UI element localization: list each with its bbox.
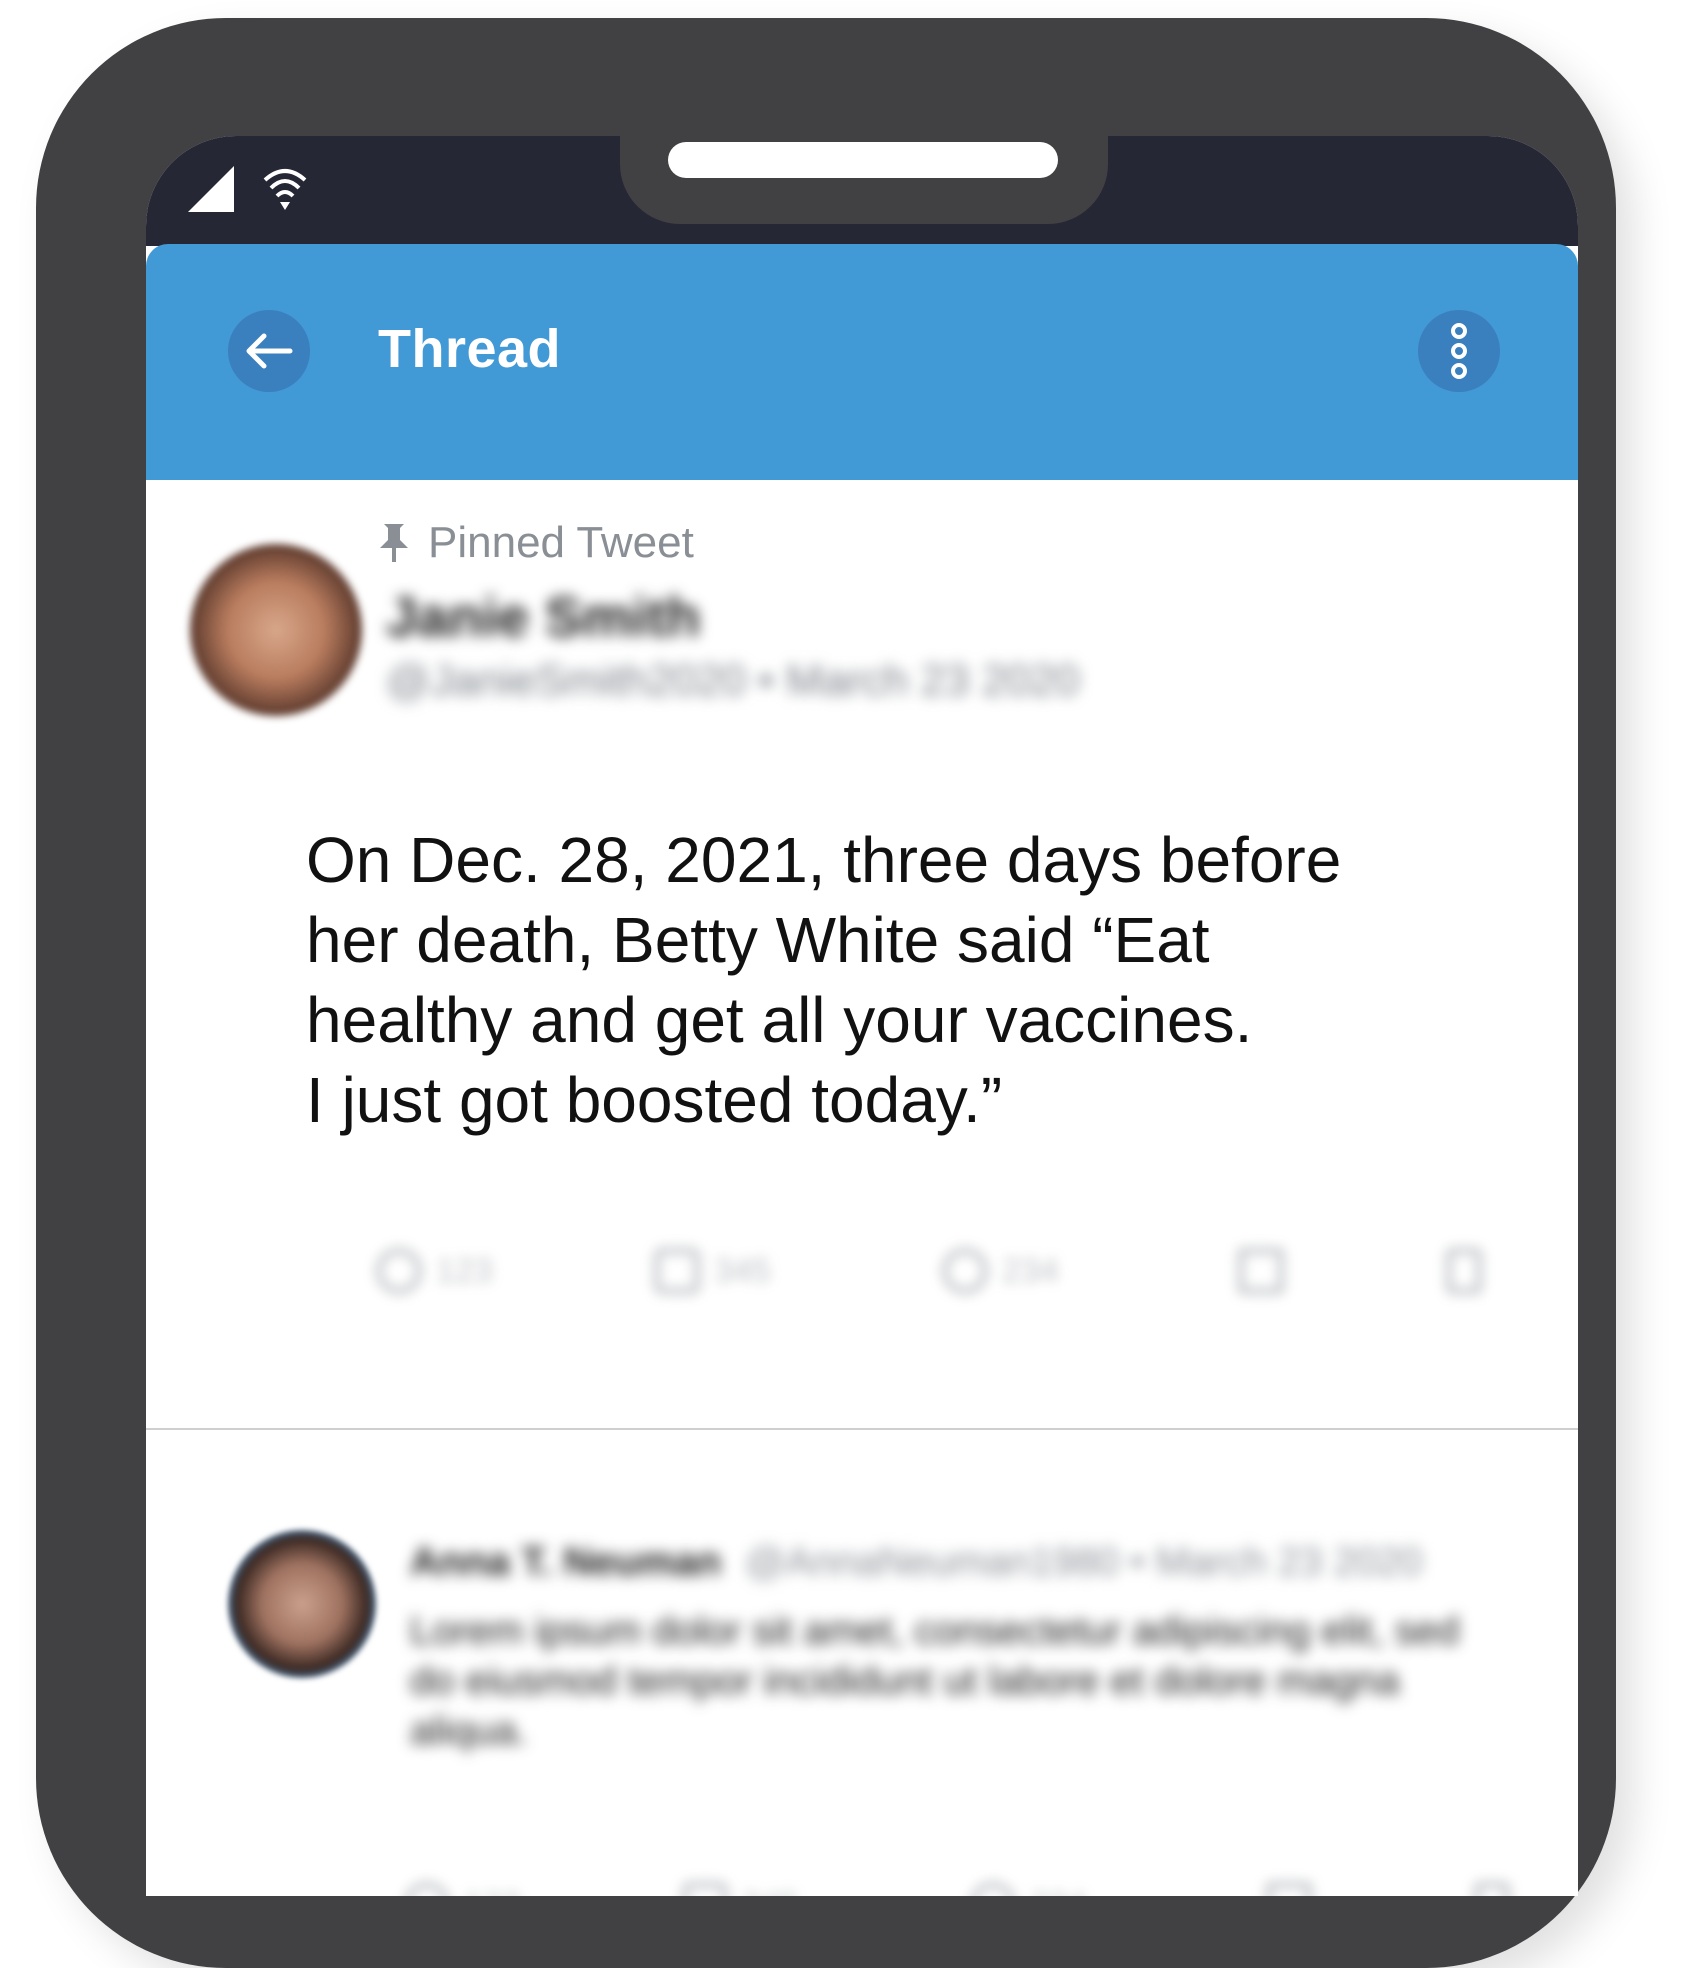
speaker-grille: [668, 142, 1058, 178]
cell-signal-icon: [188, 166, 234, 212]
phone-frame: Thread Pinned Tweet Janie Smith @JanieSm…: [36, 18, 1616, 1968]
bookmark-action[interactable]: [1446, 1248, 1482, 1294]
reply-count: 123: [436, 1251, 493, 1290]
phone-screen: Thread Pinned Tweet Janie Smith @JanieSm…: [146, 136, 1578, 1896]
page-title: Thread: [378, 319, 562, 379]
author-name[interactable]: Janie Smith: [386, 584, 700, 649]
author-handle-date: @JanieSmith2020 • March 23 2020: [386, 656, 1080, 705]
share-icon: [1238, 1248, 1284, 1294]
reply-tweet[interactable]: Anna T. Neuman @AnnaNeuman1980 • March 23…: [146, 1430, 1578, 1896]
reply-actions: 123 345 234: [146, 1882, 1578, 1896]
tweet-text-line: On Dec. 28, 2021, three days before: [306, 824, 1342, 896]
reply-text: Lorem ipsum dolor sit amet, consectetur …: [410, 1609, 1460, 1753]
retweet-icon: [654, 1248, 700, 1294]
reply-author-handle-date: @AnnaNeuman1980 • March 23 2020: [745, 1540, 1423, 1584]
retweet-action[interactable]: 345: [654, 1248, 771, 1294]
more-vertical-icon: [1451, 323, 1467, 379]
retweet-icon: [682, 1882, 728, 1896]
reply-retweet-count: 345: [742, 1886, 799, 1897]
phone-notch: [620, 136, 1108, 224]
pinned-label: Pinned Tweet: [428, 518, 694, 567]
app-bar: Thread: [146, 244, 1578, 480]
like-action[interactable]: 234: [942, 1248, 1059, 1294]
arrow-left-icon: [246, 333, 293, 369]
pinned-tweet[interactable]: Pinned Tweet Janie Smith @JanieSmith2020…: [146, 480, 1578, 1430]
reply-reply-action[interactable]: 123: [404, 1882, 521, 1896]
reply-share-action[interactable]: [1266, 1882, 1312, 1896]
reply-author: Anna T. Neuman @AnnaNeuman1980 • March 23…: [410, 1540, 1422, 1585]
back-button[interactable]: [228, 310, 310, 392]
reply-like-count: 234: [1030, 1886, 1087, 1897]
reply-retweet-action[interactable]: 345: [682, 1882, 799, 1896]
heart-icon: [970, 1882, 1016, 1896]
reply-like-action[interactable]: 234: [970, 1882, 1087, 1896]
bookmark-icon: [1474, 1882, 1510, 1896]
reply-reply-count: 123: [464, 1886, 521, 1897]
share-icon: [1266, 1882, 1312, 1896]
wifi-icon: [263, 169, 307, 210]
reply-action[interactable]: 123: [376, 1248, 493, 1294]
tweet-text: On Dec. 28, 2021, three days before her …: [306, 820, 1456, 1140]
pin-icon: [380, 524, 408, 562]
reply-author-name[interactable]: Anna T. Neuman: [410, 1540, 721, 1584]
comment-icon: [376, 1248, 422, 1294]
tweet-text-line: I just got boosted today.”: [306, 1064, 1003, 1136]
bookmark-icon: [1446, 1248, 1482, 1294]
tweet-actions: 123 345 234: [146, 1248, 1578, 1308]
pinned-indicator: Pinned Tweet: [378, 518, 694, 568]
avatar[interactable]: [190, 544, 362, 716]
heart-icon: [942, 1248, 988, 1294]
more-options-button[interactable]: [1418, 310, 1500, 392]
like-count: 234: [1002, 1251, 1059, 1290]
reply-bookmark-action[interactable]: [1474, 1882, 1510, 1896]
comment-icon: [404, 1882, 450, 1896]
tweet-text-line: healthy and get all your vaccines.: [306, 984, 1253, 1056]
tweet-text-line: her death, Betty White said “Eat: [306, 904, 1210, 976]
share-action[interactable]: [1238, 1248, 1284, 1294]
reply-avatar[interactable]: [228, 1530, 376, 1678]
retweet-count: 345: [714, 1251, 771, 1290]
